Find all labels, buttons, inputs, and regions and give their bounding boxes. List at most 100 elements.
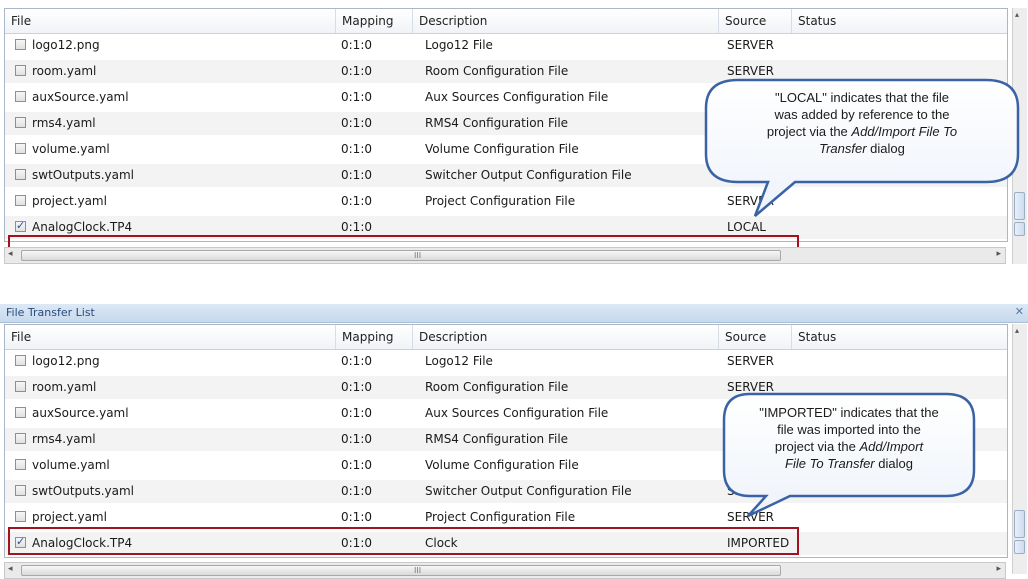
- row-checkbox[interactable]: [15, 381, 26, 392]
- row-checkbox[interactable]: [15, 117, 26, 128]
- mapping-value: 0:1:0: [341, 194, 372, 208]
- mapping-value: 0:1:0: [341, 406, 372, 420]
- callout-text: "LOCAL" indicates that the file was adde…: [710, 89, 1014, 157]
- table-row[interactable]: logo12.png 0:1:0 Logo12 File SERVER: [5, 350, 1007, 373]
- right-arrow-icon[interactable]: ▸: [996, 564, 1001, 574]
- description-value: Room Configuration File: [425, 64, 569, 78]
- callout-dialog-name: Add/Import File To: [851, 124, 958, 139]
- mapping-value: 0:1:0: [341, 484, 372, 498]
- column-header-status[interactable]: Status: [792, 9, 1007, 33]
- row-checkbox[interactable]: [15, 459, 26, 470]
- file-list-panel-top: File Mapping Description Source Status l…: [0, 0, 1028, 267]
- file-name: project.yaml: [32, 194, 107, 208]
- up-arrow-icon[interactable]: ▴: [1015, 10, 1019, 19]
- scroll-thumb[interactable]: [1014, 510, 1025, 538]
- column-header-description[interactable]: Description: [413, 9, 719, 33]
- file-name: auxSource.yaml: [32, 90, 129, 104]
- description-value: Switcher Output Configuration File: [425, 168, 632, 182]
- file-name: room.yaml: [32, 380, 97, 394]
- row-checkbox[interactable]: [15, 407, 26, 418]
- row-checkbox[interactable]: [15, 39, 26, 50]
- up-arrow-icon[interactable]: ▴: [1015, 326, 1019, 335]
- callout-local: "LOCAL" indicates that the file was adde…: [700, 78, 1020, 238]
- mapping-value: 0:1:0: [341, 458, 372, 472]
- source-value: SERVER: [727, 354, 775, 368]
- grip-icon: III: [414, 566, 422, 575]
- scroll-button[interactable]: [1014, 540, 1025, 554]
- mapping-value: 0:1:0: [341, 142, 372, 156]
- header-label: Description: [419, 330, 488, 344]
- description-value: Logo12 File: [425, 38, 493, 52]
- column-header-mapping[interactable]: Mapping: [336, 325, 413, 349]
- row-checkbox[interactable]: [15, 195, 26, 206]
- callout-dialog-name: Transfer: [819, 141, 867, 156]
- table-header: File Mapping Description Source Status: [5, 325, 1007, 350]
- column-header-description[interactable]: Description: [413, 325, 719, 349]
- row-checkbox[interactable]: [15, 511, 26, 522]
- header-label: Mapping: [342, 14, 394, 28]
- file-name: room.yaml: [32, 64, 97, 78]
- file-name: auxSource.yaml: [32, 406, 129, 420]
- mapping-value: 0:1:0: [341, 116, 372, 130]
- callout-line: "IMPORTED" indicates that the: [759, 405, 939, 420]
- column-header-mapping[interactable]: Mapping: [336, 9, 413, 33]
- callout-dialog-name: File To Transfer: [785, 456, 875, 471]
- column-header-source[interactable]: Source: [719, 325, 792, 349]
- description-value: Volume Configuration File: [425, 142, 579, 156]
- mapping-value: 0:1:0: [341, 64, 372, 78]
- callout-line: "LOCAL" indicates that the file: [775, 90, 949, 105]
- description-value: Project Configuration File: [425, 194, 576, 208]
- horizontal-scrollbar[interactable]: ◂ III ▸: [4, 247, 1006, 264]
- row-checkbox[interactable]: [15, 143, 26, 154]
- file-name: logo12.png: [32, 38, 100, 52]
- file-name: swtOutputs.yaml: [32, 484, 134, 498]
- table-header: File Mapping Description Source Status: [5, 9, 1007, 34]
- header-label: File: [11, 330, 32, 344]
- source-value: SERVER: [727, 38, 775, 52]
- status-value: [800, 532, 1000, 555]
- table-row[interactable]: logo12.png 0:1:0 Logo12 File SERVER: [5, 34, 1007, 57]
- header-label: Status: [798, 330, 837, 344]
- column-header-file[interactable]: File: [5, 325, 336, 349]
- row-checkbox[interactable]: [15, 65, 26, 76]
- callout-imported: "IMPORTED" indicates that the file was i…: [720, 392, 980, 532]
- row-checkbox[interactable]: [15, 219, 26, 232]
- file-name: project.yaml: [32, 510, 107, 524]
- panel-title: File Transfer List: [6, 306, 95, 319]
- mapping-value: 0:1:0: [341, 510, 372, 524]
- description-value: Volume Configuration File: [425, 458, 579, 472]
- row-checkbox[interactable]: [15, 485, 26, 496]
- description-value: RMS4 Configuration File: [425, 116, 569, 130]
- row-checkbox[interactable]: [15, 169, 26, 180]
- left-arrow-icon[interactable]: ◂: [8, 249, 13, 259]
- mapping-value: 0:1:0: [341, 38, 372, 52]
- right-arrow-icon[interactable]: ▸: [996, 249, 1001, 259]
- row-checkbox[interactable]: [15, 355, 26, 366]
- horizontal-scrollbar[interactable]: ◂ III ▸: [4, 562, 1006, 579]
- column-header-status[interactable]: Status: [792, 325, 1007, 349]
- callout-line: project via the: [766, 124, 852, 139]
- mapping-value: 0:1:0: [341, 432, 372, 446]
- description-value: RMS4 Configuration File: [425, 432, 569, 446]
- row-checkbox[interactable]: [15, 433, 26, 444]
- left-arrow-icon[interactable]: ◂: [8, 564, 13, 574]
- mapping-value: 0:1:0: [341, 380, 372, 394]
- mapping-value: 0:1:0: [341, 354, 372, 368]
- description-value: Room Configuration File: [425, 380, 569, 394]
- scroll-thumb[interactable]: III: [21, 250, 781, 261]
- file-name: volume.yaml: [32, 142, 110, 156]
- callout-line: dialog: [874, 456, 913, 471]
- header-label: Mapping: [342, 330, 394, 344]
- callout-line: project via the: [774, 439, 860, 454]
- callout-dialog-name: Add/Import: [859, 439, 924, 454]
- scroll-thumb[interactable]: III: [21, 565, 781, 576]
- close-icon[interactable]: ✕: [1015, 305, 1024, 318]
- header-label: Source: [725, 14, 767, 28]
- file-name: logo12.png: [32, 354, 100, 368]
- column-header-file[interactable]: File: [5, 9, 336, 33]
- vertical-scrollbar[interactable]: ▴: [1012, 324, 1027, 574]
- column-header-source[interactable]: Source: [719, 9, 792, 33]
- row-checkbox[interactable]: [15, 91, 26, 102]
- description-value: Aux Sources Configuration File: [425, 90, 609, 104]
- mapping-value: 0:1:0: [341, 168, 372, 182]
